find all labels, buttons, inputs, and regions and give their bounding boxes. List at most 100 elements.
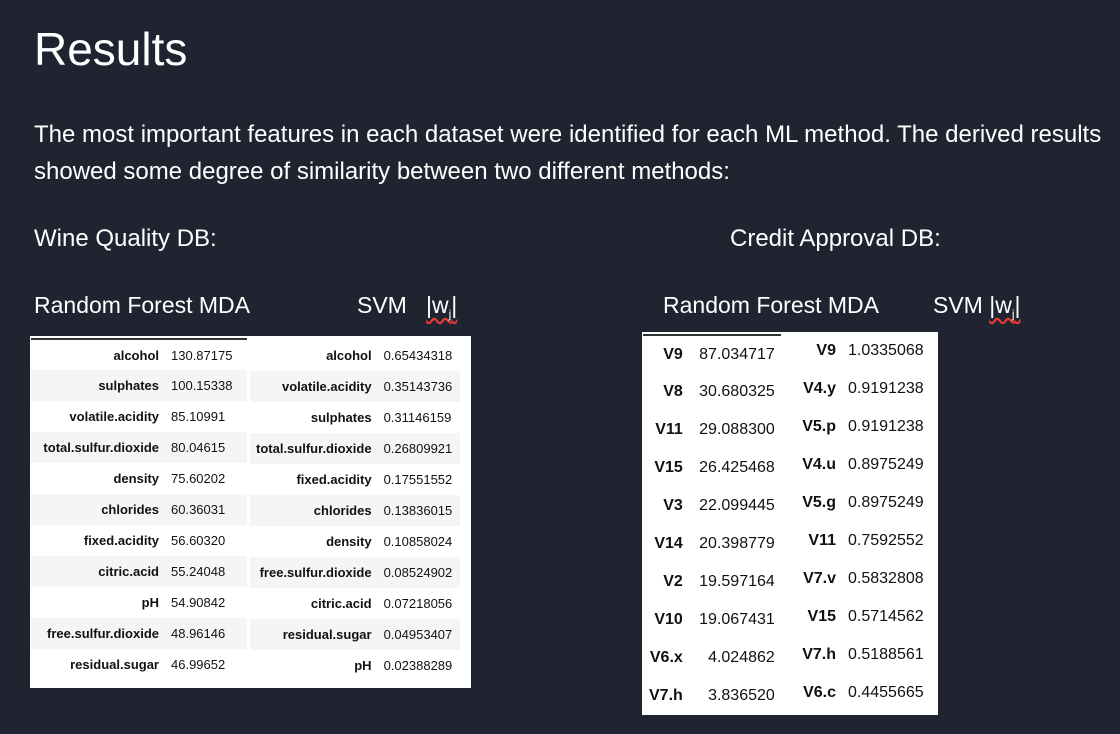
table-row: total.sulfur.dioxide 80.04615 <box>31 432 247 463</box>
table-row: citric.acid 0.07218056 <box>250 588 460 619</box>
feature-name: volatile.acidity <box>250 371 378 402</box>
feature-name: V11 <box>808 532 836 549</box>
feature-name: V9 <box>816 342 836 359</box>
wine-svm-weight: |wj| <box>426 292 458 321</box>
table-row: pH 54.90842 <box>31 587 247 618</box>
table-row: V4.u 0.8975249 <box>794 446 930 484</box>
feature-name: sulphates <box>31 370 165 401</box>
importance-value: 1.0335068 <box>848 342 924 359</box>
table-row: V3 22.099445 <box>643 487 781 525</box>
importance-value: 0.9191238 <box>848 380 924 397</box>
table-row: alcohol 130.87175 <box>31 339 247 370</box>
feature-name: V4.y <box>803 380 836 397</box>
importance-value: 0.35143736 <box>377 371 460 402</box>
credit-svm-weight: |wj| <box>989 292 1021 321</box>
feature-name: residual.sugar <box>250 619 378 650</box>
feature-name: V6.x <box>649 649 683 666</box>
credit-rf-label: Random Forest MDA <box>663 292 880 318</box>
credit-svm-text: SVM <box>933 292 983 318</box>
importance-value: 0.4455665 <box>848 684 924 701</box>
wine-rf-table: alcohol 130.87175 sulphates 100.15338 volati… <box>31 338 247 680</box>
feature-name: sulphates <box>250 402 378 433</box>
importance-value: 0.9191238 <box>848 418 924 435</box>
importance-value: 56.60320 <box>165 525 247 556</box>
feature-name: V4.u <box>802 456 836 473</box>
importance-value: 75.60202 <box>165 463 247 494</box>
table-row: V15 0.5714562 <box>794 598 930 636</box>
feature-name: V7.v <box>803 570 836 587</box>
importance-value: 4.024862 <box>708 649 775 666</box>
feature-name: V14 <box>654 535 683 552</box>
table-row: sulphates 100.15338 <box>31 370 247 401</box>
importance-value: 60.36031 <box>165 494 247 525</box>
table-row: fixed.acidity 0.17551552 <box>250 464 460 495</box>
table-row: V11 0.7592552 <box>794 522 930 560</box>
table-row: V15 26.425468 <box>643 449 781 487</box>
importance-value: 0.8975249 <box>848 456 924 473</box>
table-row: V10 19.067431 <box>643 601 781 639</box>
importance-value: 0.5188561 <box>848 646 924 663</box>
importance-value: 26.425468 <box>699 459 775 476</box>
table-row: V6.c 0.4455665 <box>794 674 930 712</box>
table-row: chlorides 0.13836015 <box>250 495 460 526</box>
importance-value: 0.5714562 <box>848 608 924 625</box>
importance-value: 55.24048 <box>165 556 247 587</box>
table-row: V4.y 0.9191238 <box>794 370 930 408</box>
importance-value: 0.13836015 <box>377 495 460 526</box>
feature-name: V2 <box>663 573 683 590</box>
feature-name: V5.g <box>802 494 836 511</box>
table-row: V5.p 0.9191238 <box>794 408 930 446</box>
feature-name: V15 <box>807 608 836 625</box>
feature-name: chlorides <box>31 494 165 525</box>
slide-title: Results <box>34 23 188 75</box>
table-row: fixed.acidity 56.60320 <box>31 525 247 556</box>
feature-name: fixed.acidity <box>31 525 165 556</box>
importance-value: 22.099445 <box>699 497 775 514</box>
importance-value: 0.8975249 <box>848 494 924 511</box>
table-row: V7.h 3.836520 <box>643 677 781 715</box>
importance-value: 87.034717 <box>699 345 775 363</box>
feature-name: density <box>250 526 378 557</box>
importance-value: 0.26809921 <box>377 433 460 464</box>
feature-name: citric.acid <box>31 556 165 587</box>
feature-name: V5.p <box>802 418 836 435</box>
feature-name: chlorides <box>250 495 378 526</box>
feature-name: alcohol <box>31 339 165 370</box>
feature-name: total.sulfur.dioxide <box>250 433 378 464</box>
table-row: V7.v 0.5832808 <box>794 560 930 598</box>
feature-name: V11 <box>655 421 683 438</box>
feature-name: V7.h <box>802 646 836 663</box>
importance-value: 29.088300 <box>699 421 775 438</box>
importance-value: 20.398779 <box>699 535 775 552</box>
table-row: density 0.10858024 <box>250 526 460 557</box>
wine-svm-label: SVM |wj| <box>357 290 457 329</box>
feature-name: total.sulfur.dioxide <box>31 432 165 463</box>
importance-value: 0.08524902 <box>377 557 460 588</box>
feature-name: V6.c <box>803 684 836 701</box>
wine-svm-text: SVM <box>357 292 407 318</box>
importance-value: 54.90842 <box>165 587 247 618</box>
importance-value: 0.17551552 <box>377 464 460 495</box>
table-row: alcohol 0.65434318 <box>250 340 460 371</box>
credit-svm-table: V9 1.0335068 V4.y 0.9191238 V5.p 0.9191238 V4.… <box>794 332 930 712</box>
wine-svm-table: alcohol 0.65434318 volatile.acidity 0.35143… <box>250 340 460 681</box>
feature-name: citric.acid <box>250 588 378 619</box>
table-row: density 75.60202 <box>31 463 247 494</box>
table-row: pH 0.02388289 <box>250 650 460 681</box>
importance-value: 130.87175 <box>165 339 247 370</box>
table-row: V6.x 4.024862 <box>643 639 781 677</box>
table-row: residual.sugar 46.99652 <box>31 649 247 680</box>
feature-name: fixed.acidity <box>250 464 378 495</box>
feature-name: V3 <box>663 497 683 514</box>
feature-name: free.sulfur.dioxide <box>31 618 165 649</box>
importance-value: 0.31146159 <box>377 402 460 433</box>
feature-name: free.sulfur.dioxide <box>250 557 378 588</box>
table-row: citric.acid 55.24048 <box>31 556 247 587</box>
credit-dataset-label: Credit Approval DB: <box>730 225 941 252</box>
wine-dataset-label: Wine Quality DB: <box>34 225 217 252</box>
importance-value: 0.02388289 <box>377 650 460 681</box>
table-row: V9 1.0335068 <box>794 332 930 370</box>
credit-rf-table: V9 87.034717 V8 30.680325 V11 29.088300 V15 26.… <box>643 334 781 715</box>
importance-value: 0.5832808 <box>848 570 924 587</box>
wine-rf-label: Random Forest MDA <box>34 292 251 318</box>
